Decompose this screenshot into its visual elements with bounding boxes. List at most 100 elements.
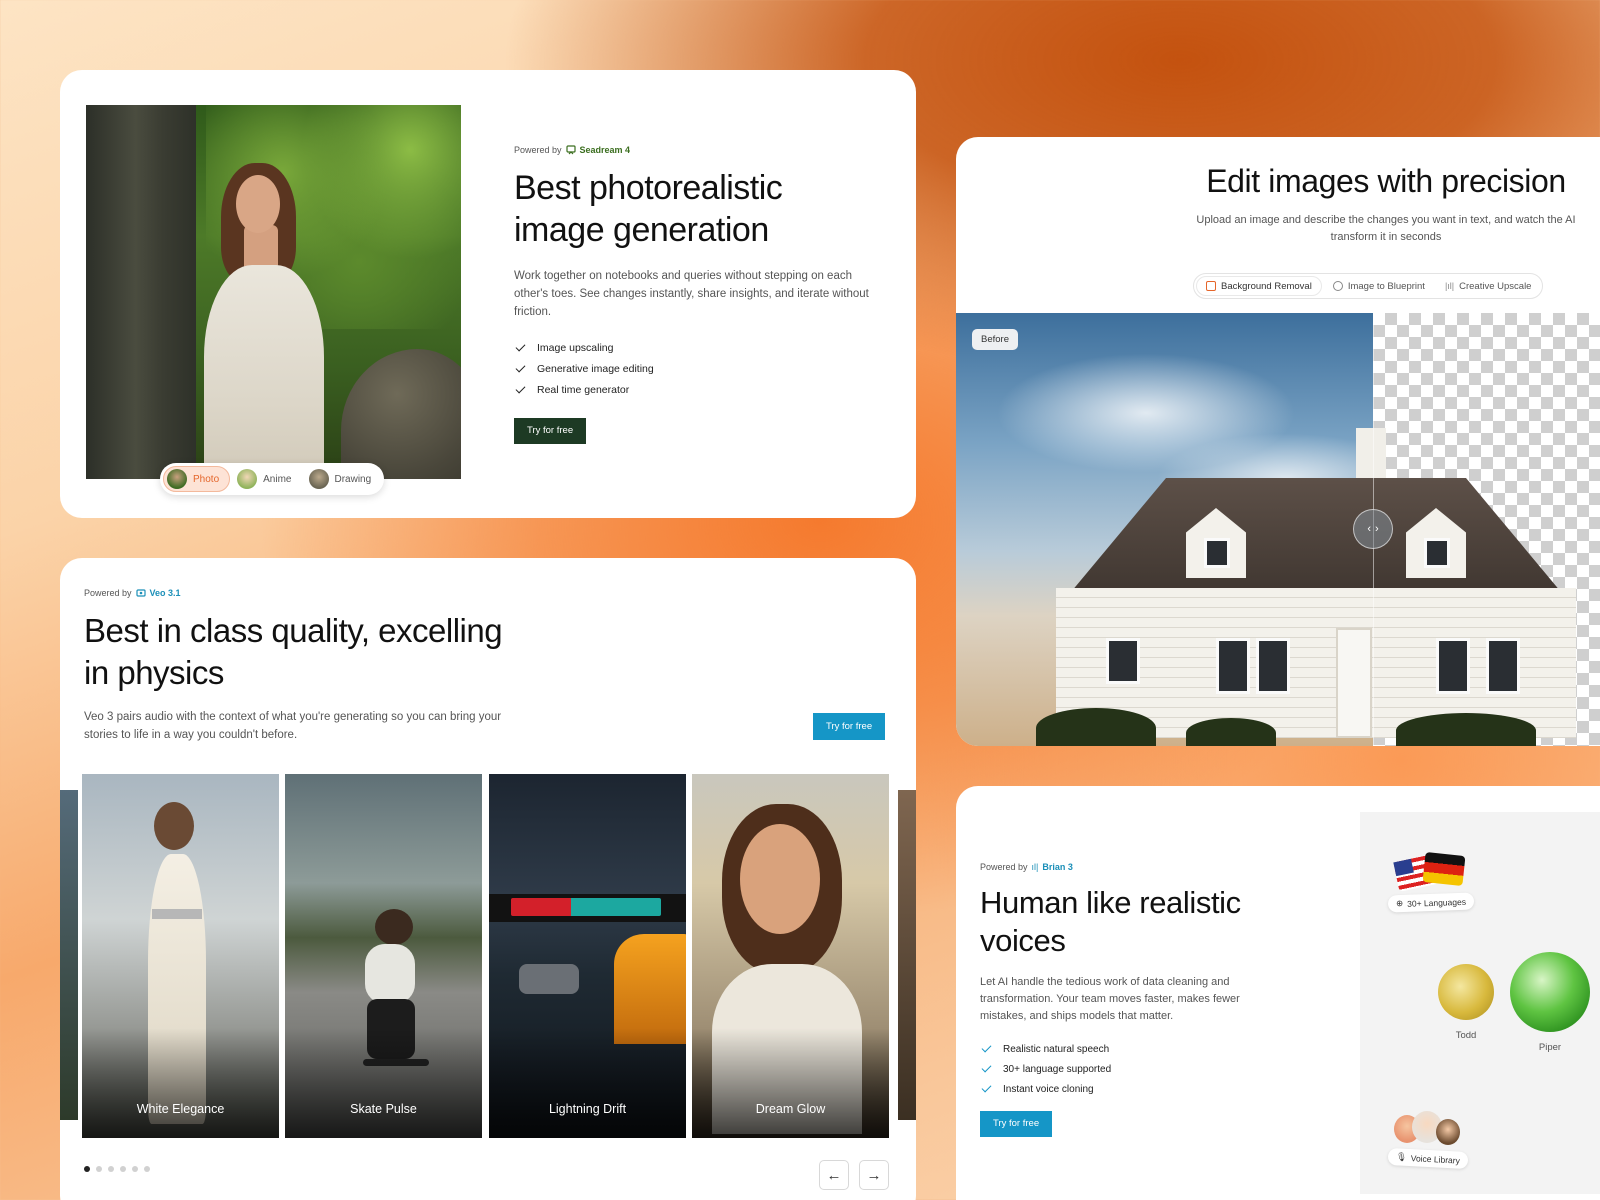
voice-orb-piper[interactable] bbox=[1510, 952, 1590, 1032]
voice-name: Todd bbox=[1455, 1030, 1477, 1041]
check-icon bbox=[514, 341, 528, 355]
feature-list: Image upscaling Generative image editing… bbox=[514, 337, 874, 400]
arrow-right-icon: → bbox=[866, 1166, 882, 1184]
woman-forest-photo bbox=[86, 105, 461, 479]
style-option-label: Drawing bbox=[334, 473, 372, 485]
check-icon bbox=[980, 1062, 994, 1076]
before-after-comparison[interactable]: Before ‹ › bbox=[956, 313, 1600, 746]
tab-label: Creative Upscale bbox=[1459, 280, 1532, 292]
video-card-lightning-drift[interactable]: Lightning Drift bbox=[489, 774, 686, 1138]
feature-item: 30+ language supported bbox=[980, 1059, 1280, 1079]
blueprint-icon bbox=[1332, 281, 1343, 291]
feature-item: Generative image editing bbox=[514, 358, 874, 379]
anime-thumbnail bbox=[237, 469, 258, 489]
feature-list: Realistic natural speech 30+ language su… bbox=[980, 1039, 1280, 1099]
powered-by-brand: Seadream 4 bbox=[579, 145, 631, 155]
style-option-label: Anime bbox=[263, 473, 292, 485]
feature-label: Generative image editing bbox=[537, 362, 654, 375]
carousel-next-button[interactable]: → bbox=[859, 1160, 889, 1190]
waveform-icon: ıl| bbox=[1031, 862, 1039, 872]
feature-item: Real time generator bbox=[514, 379, 874, 400]
video-carousel: White Elegance Skate Pulse Lightning Dri… bbox=[60, 774, 916, 1138]
voice-library-chip[interactable]: 🎙 Voice Library bbox=[1387, 1147, 1469, 1170]
tab-creative-upscale[interactable]: |ıl| Creative Upscale bbox=[1436, 276, 1541, 296]
pagination-dot[interactable] bbox=[108, 1166, 114, 1172]
tab-label: Background Removal bbox=[1221, 280, 1312, 292]
video-generation-card: Powered by Veo 3.1 Best in class quality… bbox=[60, 558, 916, 1200]
feature-label: Instant voice cloning bbox=[1003, 1083, 1094, 1095]
style-option-anime[interactable]: Anime bbox=[234, 466, 301, 492]
video-title: White Elegance bbox=[136, 1102, 225, 1116]
tab-background-removal[interactable]: Background Removal bbox=[1196, 276, 1322, 296]
style-selector: Photo Anime Drawing bbox=[160, 463, 385, 495]
feature-label: 30+ language supported bbox=[1003, 1063, 1112, 1075]
powered-by-label: Powered by bbox=[514, 145, 562, 155]
pagination-dot[interactable] bbox=[120, 1166, 126, 1172]
drawing-thumbnail bbox=[308, 469, 329, 489]
tab-image-to-blueprint[interactable]: Image to Blueprint bbox=[1324, 276, 1434, 296]
edit-mode-tabs: Background Removal Image to Blueprint |ı… bbox=[1193, 273, 1544, 299]
tab-label: Image to Blueprint bbox=[1347, 280, 1425, 292]
language-flags bbox=[1393, 851, 1466, 894]
pagination-dot[interactable] bbox=[144, 1166, 150, 1172]
image-generation-card: Photo Anime Drawing Powered by Seadream … bbox=[60, 70, 916, 518]
image-editing-card: Edit images with precision Upload an ima… bbox=[956, 137, 1600, 746]
video-title: Skate Pulse bbox=[350, 1102, 417, 1116]
languages-chip-label: 30+ Languages bbox=[1406, 896, 1467, 909]
waveform-icon: |ıl| bbox=[1444, 281, 1455, 291]
next-video-peek bbox=[898, 790, 916, 1120]
globe-icon: ⊕ bbox=[1395, 897, 1404, 909]
section-description: Veo 3 pairs audio with the context of wh… bbox=[84, 711, 502, 741]
section-title: Edit images with precision bbox=[1206, 163, 1566, 199]
check-icon bbox=[514, 383, 528, 397]
style-option-label: Photo bbox=[193, 473, 220, 485]
voice-orb-todd[interactable] bbox=[1438, 964, 1494, 1020]
section-title: Human like realistic voices bbox=[980, 885, 1241, 958]
voice-library-avatars bbox=[1394, 1111, 1474, 1151]
video-card-dream-glow[interactable]: Dream Glow bbox=[692, 774, 889, 1138]
veo-logo-icon bbox=[135, 589, 146, 597]
feature-item: Instant voice cloning bbox=[980, 1079, 1280, 1099]
carousel-prev-button[interactable]: ← bbox=[819, 1160, 849, 1190]
section-description: Work together on notebooks and queries w… bbox=[514, 270, 869, 318]
voice-name: Piper bbox=[1538, 1042, 1562, 1053]
voice-generation-content: Powered by ıl| Brian 3 Human like realis… bbox=[980, 862, 1280, 1137]
german-flag-icon bbox=[1422, 851, 1466, 887]
section-title: Best photorealistic image generation bbox=[514, 169, 783, 249]
seadream-logo-icon bbox=[565, 145, 576, 155]
powered-by-label: Powered by bbox=[84, 588, 132, 598]
arrow-left-icon: ← bbox=[826, 1166, 842, 1184]
pagination-dot[interactable] bbox=[84, 1166, 90, 1172]
voice-generation-card: Powered by ıl| Brian 3 Human like realis… bbox=[956, 786, 1600, 1200]
feature-item: Image upscaling bbox=[514, 337, 874, 358]
chevron-right-icon: › bbox=[1375, 523, 1379, 535]
languages-chip: ⊕ 30+ Languages bbox=[1387, 892, 1475, 913]
house-photo bbox=[1036, 428, 1596, 746]
pagination-dot[interactable] bbox=[96, 1166, 102, 1172]
chevron-left-icon: ‹ bbox=[1367, 523, 1371, 535]
section-description: Let AI handle the tedious work of data c… bbox=[980, 976, 1240, 1022]
check-icon bbox=[514, 362, 528, 376]
voice-library-label: Voice Library bbox=[1410, 1152, 1461, 1166]
before-badge: Before bbox=[972, 329, 1018, 350]
comparison-slider-handle[interactable]: ‹ › bbox=[1353, 509, 1393, 549]
powered-by-label: Powered by bbox=[980, 862, 1028, 872]
avatar bbox=[1436, 1119, 1460, 1145]
style-option-photo[interactable]: Photo bbox=[163, 466, 231, 492]
image-icon bbox=[1206, 281, 1216, 291]
try-for-free-button[interactable]: Try for free bbox=[980, 1111, 1053, 1137]
microphone-icon: 🎙 bbox=[1395, 1151, 1408, 1162]
try-for-free-button[interactable]: Try for free bbox=[514, 418, 587, 444]
video-card-white-elegance[interactable]: White Elegance bbox=[82, 774, 279, 1138]
video-generation-content: Powered by Veo 3.1 Best in class quality… bbox=[84, 588, 504, 744]
powered-by: Powered by Veo 3.1 bbox=[84, 588, 504, 598]
pagination-dot[interactable] bbox=[132, 1166, 138, 1172]
powered-by-brand: Brian 3 bbox=[1042, 862, 1073, 872]
powered-by: Powered by ıl| Brian 3 bbox=[980, 862, 1280, 872]
section-title: Best in class quality, excelling in phys… bbox=[84, 612, 503, 691]
video-card-skate-pulse[interactable]: Skate Pulse bbox=[285, 774, 482, 1138]
check-icon bbox=[980, 1082, 994, 1096]
try-for-free-button[interactable]: Try for free bbox=[813, 713, 886, 740]
style-option-drawing[interactable]: Drawing bbox=[306, 466, 382, 492]
video-title: Dream Glow bbox=[755, 1102, 826, 1116]
